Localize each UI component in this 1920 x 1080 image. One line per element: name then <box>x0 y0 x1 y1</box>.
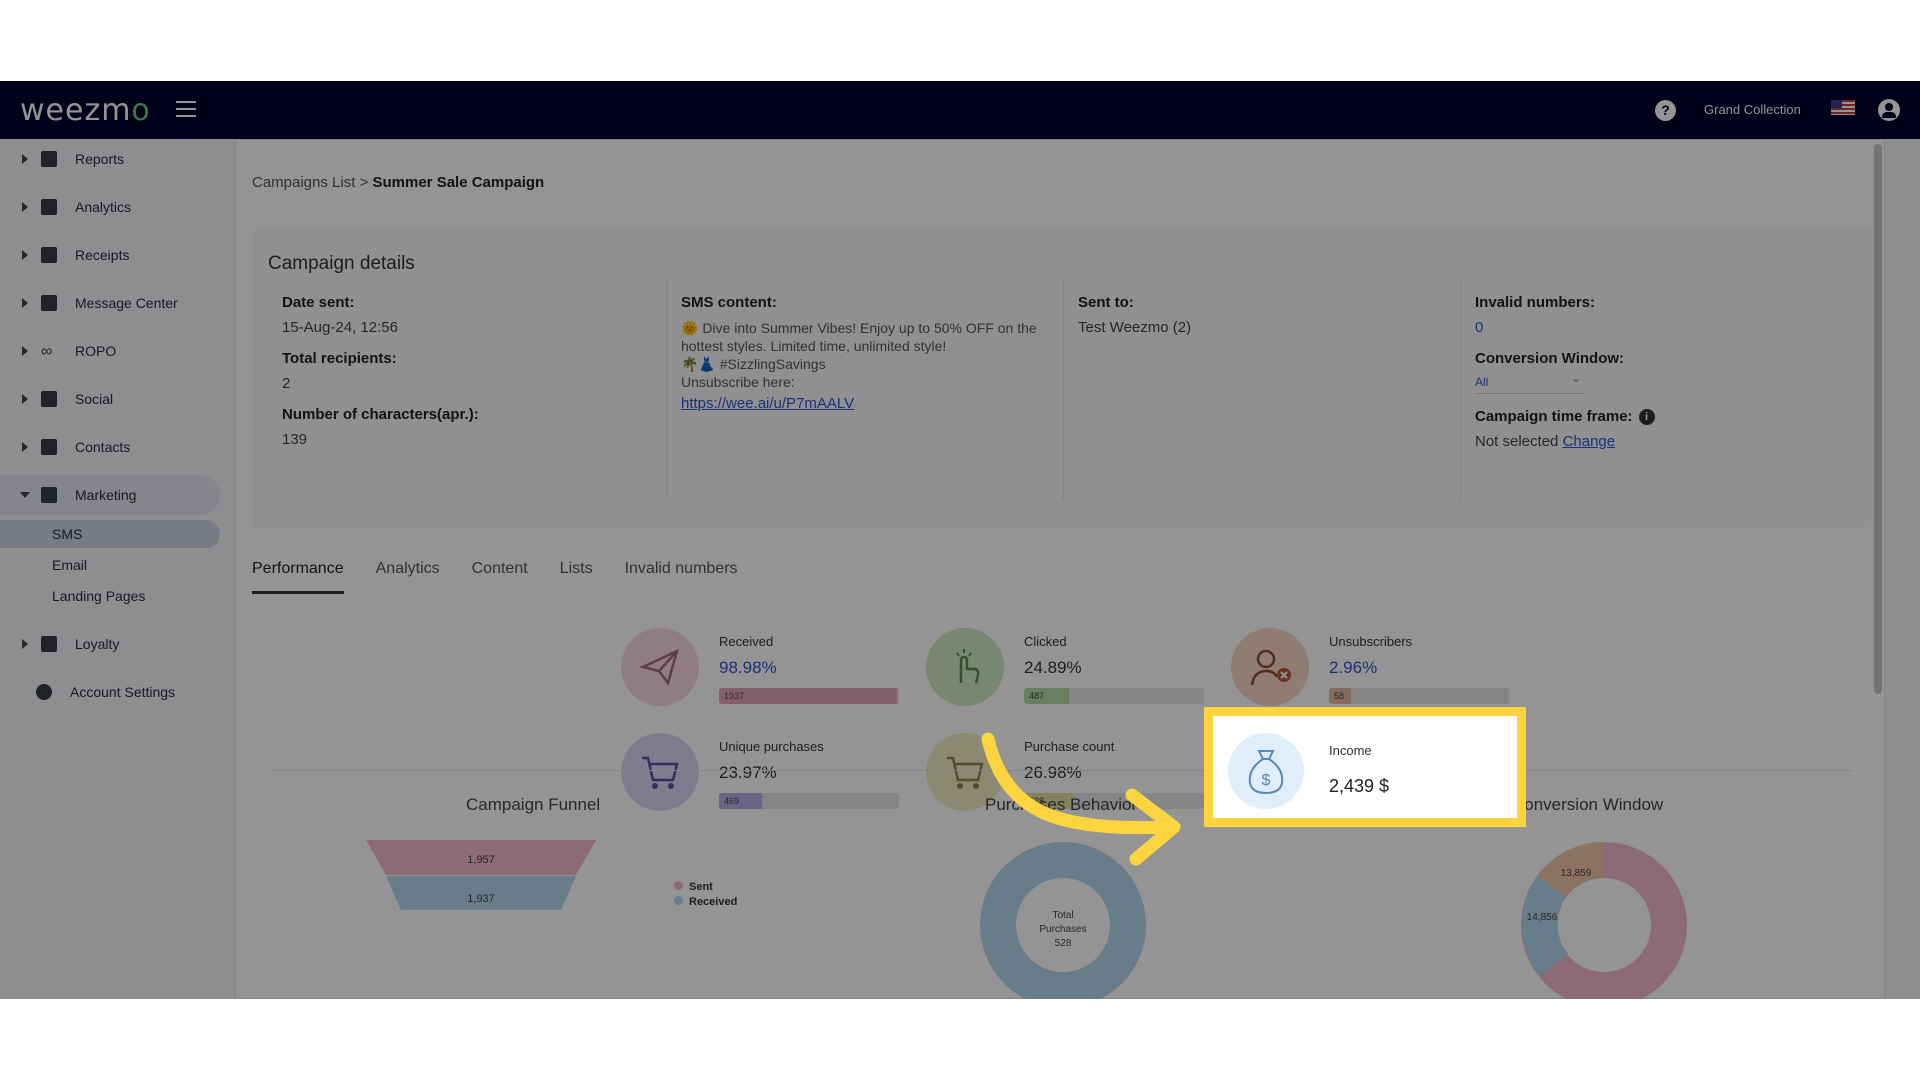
paper-plane-icon <box>621 628 699 706</box>
total-recipients-label: Total recipients: <box>282 350 397 367</box>
sidebar: Reports Analytics Receipts Message Cente… <box>0 139 235 999</box>
total-recipients-value: 2 <box>282 375 291 392</box>
shopping-cart-icon <box>621 733 699 811</box>
metric-unsubscribers: Unsubscribers 2.96% 58 <box>1231 628 1521 718</box>
legend-sent: Sent <box>674 880 737 895</box>
date-sent-label: Date sent: <box>282 294 355 311</box>
sidebar-subitem-landing-pages[interactable]: Landing Pages <box>0 582 220 610</box>
details-column-conversion: Invalid numbers: 0 Conversion Window: Al… <box>1460 280 1860 500</box>
user-account-icon[interactable] <box>1878 99 1900 121</box>
svg-text:14,856: 14,856 <box>1527 912 1558 923</box>
tab-analytics[interactable]: Analytics <box>376 560 440 594</box>
sidebar-subitem-email[interactable]: Email <box>0 551 220 579</box>
date-sent-value: 15-Aug-24, 12:56 <box>282 319 398 336</box>
tab-performance[interactable]: Performance <box>252 560 344 594</box>
sidebar-item-message-center[interactable]: Message Center <box>0 283 220 323</box>
message-icon <box>41 295 57 311</box>
sidebar-item-account-settings[interactable]: Account Settings <box>0 672 220 712</box>
sidebar-item-receipts[interactable]: Receipts <box>0 235 220 275</box>
party-icon <box>41 487 57 503</box>
funnel-value-received: 1,937 <box>467 893 495 905</box>
campaign-funnel-chart: 1,957 1,937 <box>366 840 596 910</box>
sidebar-item-ropo[interactable]: ∞ ROPO <box>0 331 220 371</box>
characters-label: Number of characters(apr.): <box>282 406 479 423</box>
sms-content-label: SMS content: <box>681 294 777 311</box>
user-remove-icon <box>1231 628 1309 706</box>
metric-received: Received 98.98% 1937 <box>621 628 911 718</box>
svg-text:528: 528 <box>1055 938 1072 949</box>
breadcrumb-current: Summer Sale Campaign <box>372 174 545 191</box>
gear-icon <box>36 684 52 700</box>
click-hand-icon <box>926 628 1004 706</box>
legend-received: Received <box>674 895 737 910</box>
dashboard-icon <box>41 151 57 167</box>
infinity-icon: ∞ <box>41 343 53 360</box>
sidebar-item-analytics[interactable]: Analytics <box>0 187 220 227</box>
sidebar-item-loyalty[interactable]: Loyalty <box>0 624 220 664</box>
scrollbar[interactable] <box>1874 144 1882 694</box>
change-time-frame-link[interactable]: Change <box>1563 433 1616 450</box>
menu-icon[interactable] <box>176 101 196 117</box>
income-metric-highlight[interactable]: $ Income 2,439 $ <box>1204 707 1526 827</box>
help-icon[interactable]: ? <box>1655 100 1676 121</box>
invalid-numbers-label: Invalid numbers: <box>1475 294 1596 311</box>
conversion-window-pie: 13,859 14,856 <box>1521 842 1687 999</box>
svg-text:Total: Total <box>1052 910 1073 921</box>
details-column-sms: SMS content: 🌞 Dive into Summer Vibes! E… <box>666 280 1063 500</box>
funnel-legend: Sent Received <box>674 880 737 910</box>
receipt-icon <box>41 247 57 263</box>
people-icon <box>41 391 57 407</box>
tabs: Performance Analytics Content Lists Inva… <box>252 560 738 594</box>
income-label: Income <box>1329 743 1372 758</box>
app-window: weezmo ? Grand Collection Reports Analyt… <box>0 81 1920 999</box>
top-bar: weezmo ? Grand Collection <box>0 81 1920 139</box>
invalid-numbers-value[interactable]: 0 <box>1475 319 1860 336</box>
sidebar-subitem-sms[interactable]: SMS <box>0 520 220 548</box>
campaign-time-frame-label: Campaign time frame: i <box>1475 408 1860 426</box>
campaign-details-card: Campaign details Date sent: 15-Aug-24, 1… <box>252 228 1872 528</box>
unsubscribe-link[interactable]: https://wee.ai/u/P7mAALV <box>681 395 1046 413</box>
breadcrumb: Campaigns List > Summer Sale Campaign <box>252 174 544 191</box>
metric-unique-purchases: Unique purchases 23.97% 469 <box>621 733 911 823</box>
weezmo-logo[interactable]: weezmo <box>20 93 151 128</box>
svg-text:13,859: 13,859 <box>1561 868 1592 879</box>
sidebar-item-marketing[interactable]: Marketing <box>0 475 220 515</box>
characters-value: 139 <box>282 431 308 448</box>
chart-icon <box>41 199 57 215</box>
conversion-window-label: Conversion Window: <box>1475 350 1625 367</box>
sms-content-text: 🌞 Dive into Summer Vibes! Enjoy up to 50… <box>681 319 1046 413</box>
svg-text:Purchases: Purchases <box>1039 924 1086 935</box>
sidebar-item-social[interactable]: Social <box>0 379 220 419</box>
conversion-window-select[interactable]: All <box>1475 371 1585 394</box>
money-bag-icon: $ <box>1228 733 1304 809</box>
info-icon[interactable]: i <box>1638 409 1655 426</box>
tab-invalid-numbers[interactable]: Invalid numbers <box>625 560 738 594</box>
campaign-funnel-title: Campaign Funnel <box>466 795 601 814</box>
campaign-time-frame-value: Not selected Change <box>1475 433 1616 451</box>
details-column-sent-to: Sent to: Test Weezmo (2) <box>1063 280 1460 500</box>
breadcrumb-separator: > <box>359 174 369 191</box>
breadcrumb-parent-link[interactable]: Campaigns List <box>252 174 355 191</box>
conversion-window-title: Conversion Window <box>1512 795 1664 814</box>
tutorial-arrow-icon <box>981 732 1181 866</box>
details-column-dates: Date sent: 15-Aug-24, 12:56 Total recipi… <box>282 280 672 500</box>
svg-text:$: $ <box>1262 772 1271 789</box>
sent-to-label: Sent to: <box>1078 294 1134 311</box>
contacts-icon <box>41 439 57 455</box>
organization-name[interactable]: Grand Collection <box>1704 102 1801 117</box>
sent-to-value: Test Weezmo (2) <box>1078 319 1192 336</box>
campaign-details-title: Campaign details <box>268 253 415 274</box>
income-value: 2,439 $ <box>1329 776 1390 796</box>
sidebar-item-reports[interactable]: Reports <box>0 139 220 179</box>
metric-clicked: Clicked 24.89% 487 <box>926 628 1216 718</box>
funnel-value-sent: 1,957 <box>467 854 495 866</box>
us-flag-icon[interactable] <box>1831 100 1855 115</box>
sidebar-item-contacts[interactable]: Contacts <box>0 427 220 467</box>
tag-icon <box>41 636 57 652</box>
pie-slice-2 <box>1521 875 1569 977</box>
tab-lists[interactable]: Lists <box>560 560 593 594</box>
tab-content[interactable]: Content <box>472 560 528 594</box>
